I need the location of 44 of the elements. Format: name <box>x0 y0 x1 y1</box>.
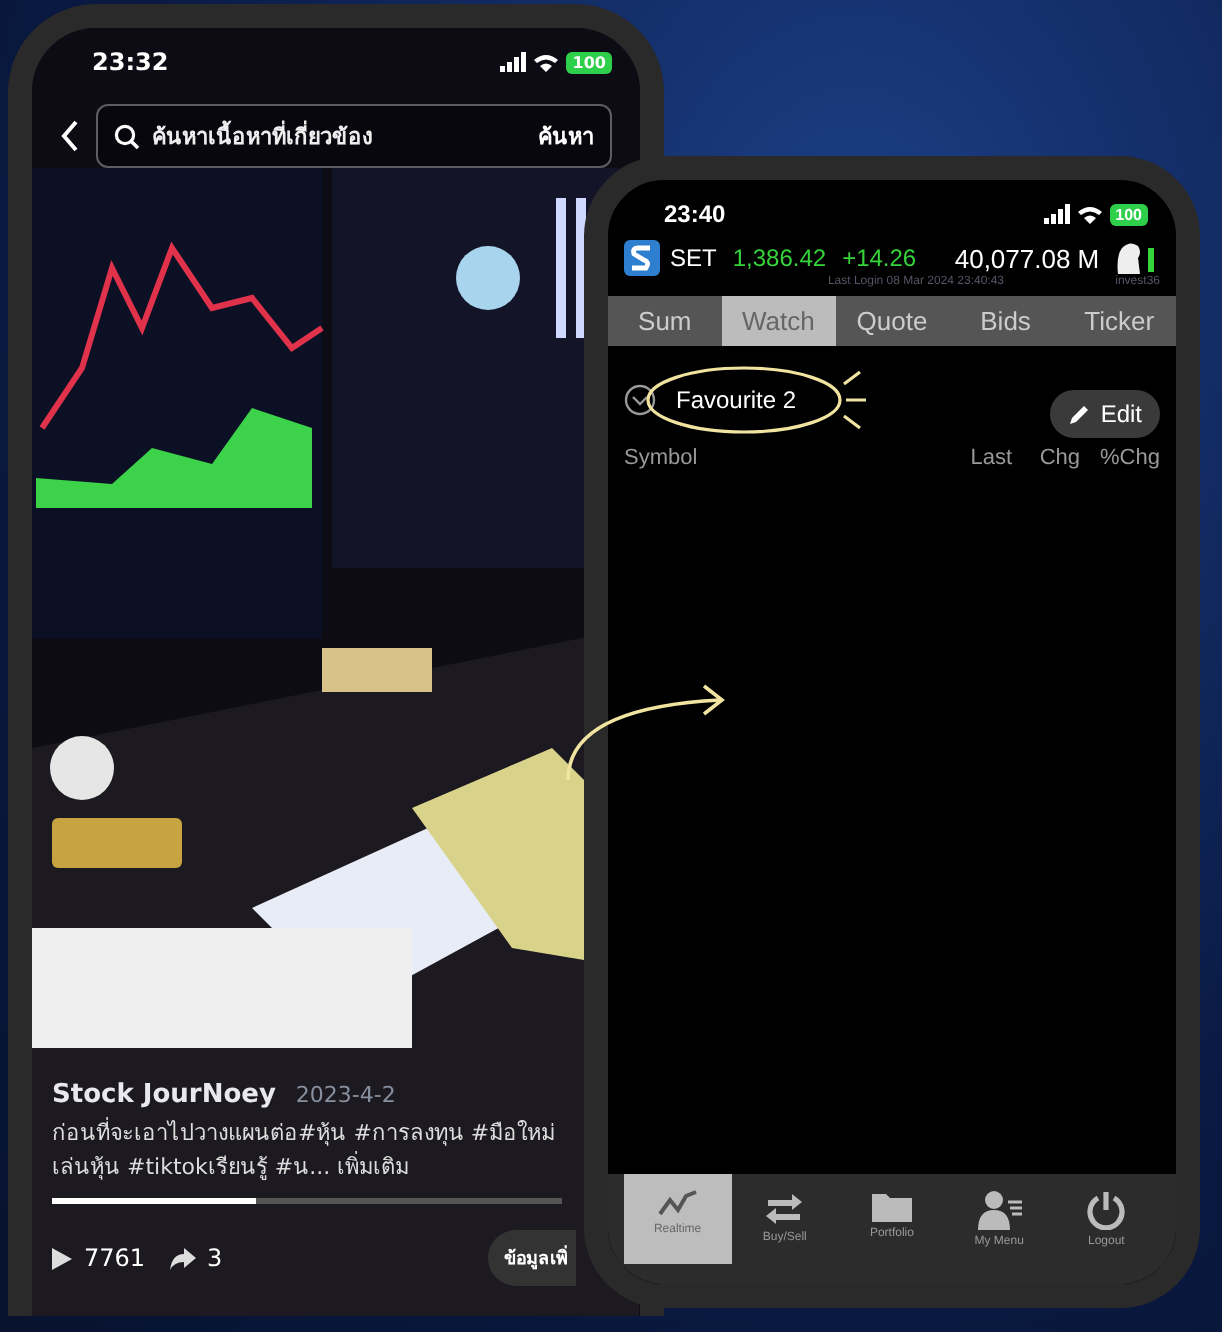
column-header[interactable]: Last <box>924 446 1012 470</box>
progress-bar[interactable] <box>52 1198 562 1204</box>
post-date: 2023-4-2 <box>295 1082 396 1108</box>
tab[interactable]: Sum <box>608 296 722 346</box>
column-header[interactable]: %Chg <box>1080 446 1160 470</box>
back-icon[interactable] <box>60 120 80 152</box>
column-header[interactable]: Chg <box>1012 446 1080 470</box>
signal-icon <box>1043 204 1070 224</box>
search-icon <box>114 123 140 149</box>
battery-level: 100 <box>1109 203 1148 225</box>
tab[interactable]: Ticker <box>1062 296 1176 346</box>
more-info-button[interactable]: ข้อมูลเพิ่ <box>488 1230 576 1286</box>
status-time: 23:40 <box>664 200 726 228</box>
line-chart-icon <box>657 1190 698 1218</box>
user-icon[interactable] <box>1115 240 1156 276</box>
search-field[interactable]: ค้นหาเนื้อหาที่เกี่ยวข้อง ค้นหา <box>96 104 612 168</box>
market-name: SET <box>670 244 717 272</box>
author-name[interactable]: Stock JourNoey <box>52 1080 276 1110</box>
wifi-icon <box>534 53 559 71</box>
tab[interactable]: Quote <box>835 296 949 346</box>
video-caption: ก่อนที่จะเอาไปวางแผนต่อ#หุ้น #การลงทุน #มือใหม่เล่นหุ้น #tiktokเรียนรู้ #น... เพิ่มเติม <box>52 1116 558 1184</box>
index-change: +14.26 <box>842 244 917 272</box>
play-icon <box>52 1247 72 1269</box>
power-icon <box>1086 1190 1127 1230</box>
arrows-icon <box>764 1190 805 1226</box>
dropdown-icon[interactable] <box>624 384 656 416</box>
see-more-link[interactable]: เพิ่มเติม <box>337 1154 410 1180</box>
app-logo <box>624 240 660 276</box>
folder-icon <box>871 1190 912 1222</box>
battery-level: 100 <box>566 51 612 73</box>
signal-icon <box>500 52 527 72</box>
status-time: 23:32 <box>92 48 169 76</box>
share-icon[interactable] <box>169 1247 196 1269</box>
edit-button[interactable]: Edit <box>1050 390 1160 438</box>
wifi-icon <box>1077 205 1102 223</box>
search-button[interactable]: ค้นหา <box>538 118 594 154</box>
trade-value: 40,077.08 M <box>952 243 1100 273</box>
column-header[interactable]: Symbol <box>624 446 924 470</box>
share-count: 3 <box>207 1244 223 1272</box>
index-value: 1,386.42 <box>732 244 827 272</box>
tab[interactable]: Bids <box>948 296 1063 346</box>
pencil-icon <box>1068 403 1091 425</box>
person-icon <box>977 1190 1022 1230</box>
play-count: 7761 <box>84 1244 146 1272</box>
